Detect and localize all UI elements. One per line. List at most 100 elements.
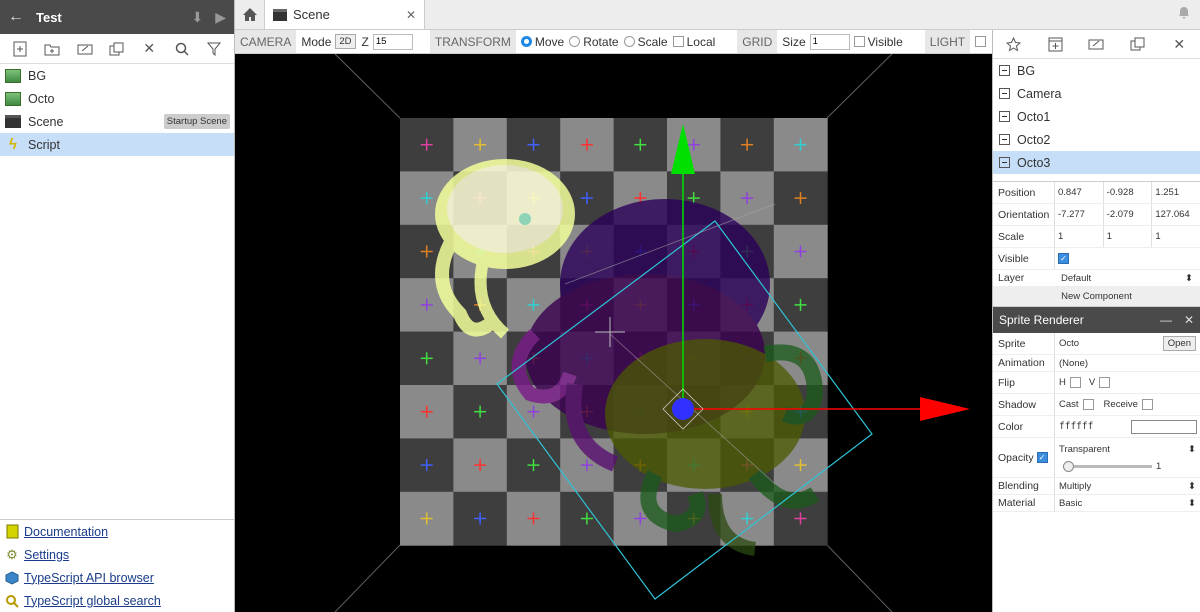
collapse-toggle-icon[interactable] <box>999 157 1010 168</box>
grid-visible-checkbox[interactable]: Visible <box>853 35 903 49</box>
visible-row: Visible ✓ <box>993 248 1200 270</box>
link-typescript-api[interactable]: TypeScript API browser <box>0 566 234 589</box>
gizmo-center <box>672 398 694 420</box>
receive-shadow-checkbox[interactable] <box>1141 399 1153 410</box>
position-y-input[interactable]: -0.928 <box>1102 182 1152 203</box>
updown-icon: ⬍ <box>1188 497 1196 509</box>
collapse-toggle-icon[interactable] <box>999 65 1010 76</box>
node-octo2[interactable]: Octo2 <box>993 128 1200 151</box>
position-row: Position 0.847 -0.928 1.251 <box>993 182 1200 204</box>
material-row: Material Basic ⬍ <box>993 495 1200 512</box>
flip-h-checkbox[interactable] <box>1069 377 1081 388</box>
camera-mode-button[interactable]: 2D <box>335 34 356 49</box>
flip-v-checkbox[interactable] <box>1099 377 1111 388</box>
link-settings[interactable]: ⚙ Settings <box>0 543 234 566</box>
updown-icon: ⬍ <box>1185 272 1193 284</box>
new-prefab-icon[interactable] <box>1044 33 1066 55</box>
layer-select[interactable]: Default ⬍ <box>1057 270 1197 287</box>
cast-shadow-checkbox[interactable] <box>1082 399 1094 410</box>
mode-label: Mode <box>301 34 332 49</box>
duplicate-icon[interactable] <box>1127 33 1149 55</box>
home-icon[interactable] <box>235 0 265 29</box>
back-arrow-icon[interactable]: ← <box>8 8 30 26</box>
asset-item-scene[interactable]: Scene Startup Scene <box>0 110 234 133</box>
orientation-x-input[interactable]: -7.277 <box>1054 204 1103 225</box>
opacity-slider-thumb[interactable] <box>1063 460 1074 472</box>
collapse-toggle-icon[interactable] <box>999 111 1010 122</box>
local-checkbox[interactable]: Local <box>672 35 715 49</box>
color-swatch[interactable] <box>1131 419 1197 434</box>
tab-bar: Scene ✕ <box>235 0 1200 30</box>
new-asset-icon[interactable] <box>9 38 31 60</box>
transform-scale-radio[interactable]: Scale <box>623 35 668 49</box>
gear-icon: ⚙ <box>6 546 18 562</box>
node-octo1[interactable]: Octo1 <box>993 105 1200 128</box>
link-typescript-search[interactable]: TypeScript global search <box>0 589 234 612</box>
flip-row: Flip H V <box>993 372 1200 394</box>
transform-properties: Position 0.847 -0.928 1.251 Orientation … <box>993 181 1200 307</box>
search-icon[interactable] <box>171 38 193 60</box>
material-select[interactable]: Basic ⬍ <box>1054 495 1200 511</box>
light-section <box>970 30 994 53</box>
color-row: Color ffffff <box>993 416 1200 438</box>
scale-z-input[interactable]: 1 <box>1151 226 1200 247</box>
open-sprite-button[interactable]: Open <box>1162 336 1196 351</box>
scale-y-input[interactable]: 1 <box>1102 226 1152 247</box>
asset-item-script[interactable]: ϟ Script <box>0 133 234 156</box>
node-bg[interactable]: BG <box>993 59 1200 82</box>
asset-item-bg[interactable]: BG <box>0 64 234 87</box>
download-icon[interactable]: ⬇ <box>191 9 203 26</box>
close-icon[interactable]: ✕ <box>1184 313 1194 327</box>
link-documentation[interactable]: Documentation <box>0 520 234 543</box>
node-camera[interactable]: Camera <box>993 82 1200 105</box>
image-icon <box>4 68 22 83</box>
color-input[interactable]: ffffff <box>1059 421 1093 432</box>
sprite-input[interactable]: Octo <box>1059 338 1079 349</box>
filter-icon[interactable] <box>203 38 225 60</box>
new-folder-icon[interactable] <box>41 38 63 60</box>
tab-scene[interactable]: Scene ✕ <box>265 0 425 29</box>
collapse-toggle-icon[interactable] <box>999 134 1010 145</box>
asset-label: Script <box>28 137 60 152</box>
position-x-input[interactable]: 0.847 <box>1054 182 1103 203</box>
scene-icon <box>273 8 287 21</box>
visible-checkbox[interactable]: ✓ <box>1058 253 1069 264</box>
orientation-z-input[interactable]: 127.064 <box>1151 204 1200 225</box>
camera-z-input[interactable] <box>372 33 413 50</box>
opacity-checkbox[interactable]: ✓ <box>1036 452 1048 463</box>
scale-x-input[interactable]: 1 <box>1054 226 1103 247</box>
rename-icon[interactable] <box>74 38 96 60</box>
transform-rotate-radio[interactable]: Rotate <box>569 35 619 49</box>
collapse-icon[interactable]: — <box>1160 313 1172 327</box>
grid-size-input[interactable] <box>809 33 850 50</box>
bell-icon[interactable] <box>1178 6 1190 22</box>
gizmo-x-arrow <box>920 397 970 421</box>
play-icon[interactable]: ▶ <box>215 9 226 26</box>
rename-icon[interactable] <box>1085 33 1107 55</box>
transform-move-radio[interactable]: Move <box>520 35 564 49</box>
asset-toolbar: ✕ <box>0 34 234 64</box>
new-component-button[interactable]: New Component <box>993 287 1200 307</box>
animation-select[interactable]: (None) <box>1054 355 1200 371</box>
node-octo3[interactable]: Octo3 <box>993 151 1200 174</box>
asset-label: BG <box>28 68 47 83</box>
delete-icon[interactable]: ✕ <box>138 38 160 60</box>
position-z-input[interactable]: 1.251 <box>1151 182 1200 203</box>
close-icon[interactable]: ✕ <box>406 8 416 22</box>
light-checkbox[interactable] <box>975 36 987 47</box>
asset-item-octo[interactable]: Octo <box>0 87 234 110</box>
project-title: Test <box>36 9 62 25</box>
size-label: Size <box>782 34 806 49</box>
opacity-slider[interactable] <box>1063 460 1152 472</box>
opacity-value[interactable]: 1 <box>1156 461 1196 472</box>
blending-select[interactable]: Multiply ⬍ <box>1054 478 1200 494</box>
scene-viewport[interactable] <box>235 54 992 612</box>
collapse-toggle-icon[interactable] <box>999 88 1010 99</box>
duplicate-icon[interactable] <box>106 38 128 60</box>
scene-canvas[interactable] <box>235 54 992 612</box>
opacity-mode-select[interactable]: Transparent ⬍ <box>1059 444 1196 455</box>
new-actor-icon[interactable] <box>1003 33 1025 55</box>
orientation-y-input[interactable]: -2.079 <box>1102 204 1152 225</box>
delete-icon[interactable]: ✕ <box>1168 33 1190 55</box>
camera-section: Mode 2D Z <box>296 30 418 53</box>
